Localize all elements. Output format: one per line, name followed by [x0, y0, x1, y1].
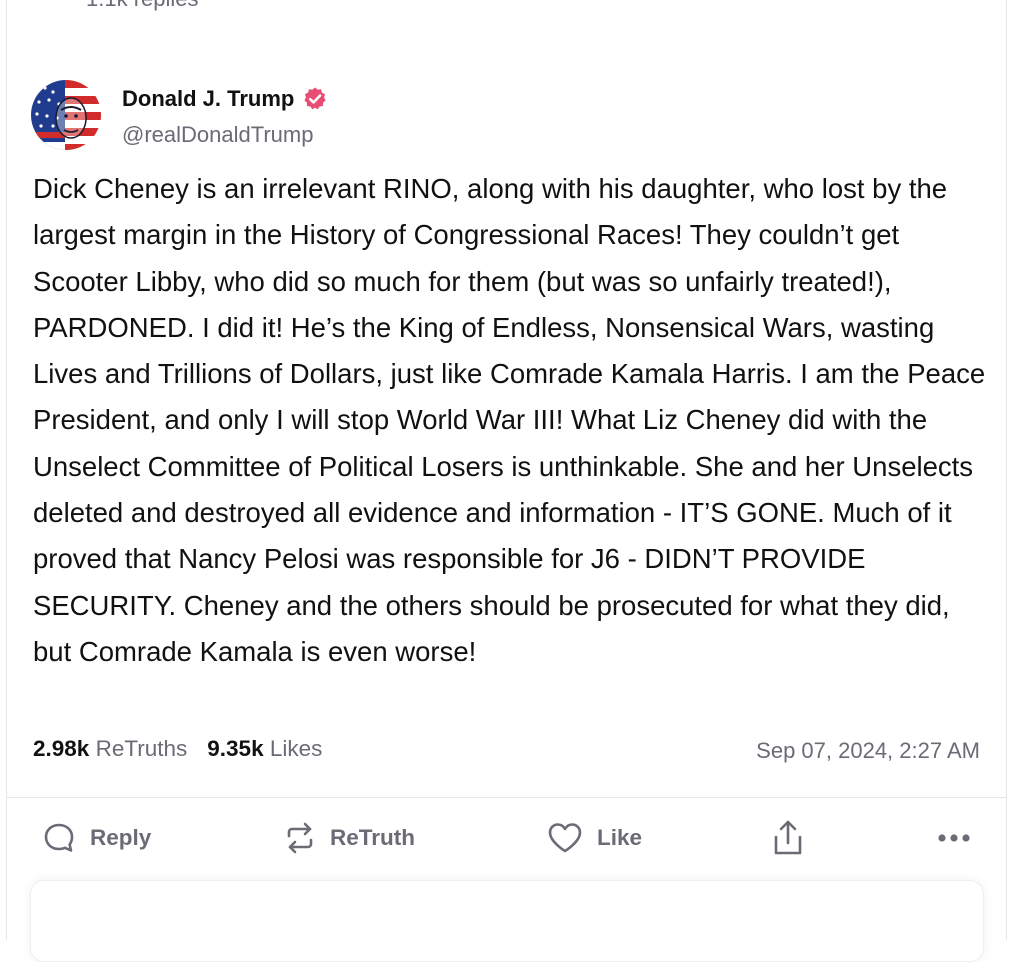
next-card: [30, 880, 984, 962]
author-name-text: Donald J. Trump: [122, 86, 295, 111]
author-handle[interactable]: @realDonaldTrump: [122, 122, 313, 148]
like-label: Like: [597, 825, 643, 850]
post-stats: 2.98k ReTruths 9.35k Likes: [33, 736, 322, 762]
more-options-button[interactable]: [937, 818, 971, 858]
retruth-button[interactable]: ReTruth: [284, 818, 415, 858]
share-icon: [772, 819, 804, 857]
avatar-image: [31, 80, 101, 150]
retruths-stat[interactable]: 2.98k ReTruths: [33, 736, 187, 762]
reply-icon: [42, 821, 76, 855]
reply-label: Reply: [90, 825, 152, 850]
retruth-label: ReTruth: [330, 825, 416, 850]
author-name[interactable]: Donald J. Trump: [122, 86, 328, 112]
more-icon: [937, 833, 971, 843]
retruths-label: ReTruths: [95, 736, 188, 761]
post-page: 1.1k replies: [0, 0, 1024, 962]
post-timestamp[interactable]: Sep 07, 2024, 2:27 AM: [756, 738, 980, 764]
post-text: Dick Cheney is an irrelevant RINO, along…: [33, 173, 986, 667]
card-border-left: [6, 0, 7, 940]
card-border-right: [1006, 0, 1007, 940]
share-button[interactable]: [772, 818, 804, 858]
likes-stat[interactable]: 9.35k Likes: [207, 736, 322, 762]
likes-count: 9.35k: [207, 736, 264, 761]
avatar[interactable]: [31, 80, 101, 150]
heart-icon: [547, 821, 583, 855]
retruth-icon: [284, 821, 316, 855]
divider: [6, 797, 1007, 798]
reply-button[interactable]: Reply: [42, 818, 151, 858]
like-button[interactable]: Like: [547, 818, 642, 858]
previous-post-replies[interactable]: 1.1k replies: [86, 0, 199, 12]
verified-badge-icon: [302, 86, 328, 112]
likes-label: Likes: [269, 736, 323, 761]
retruths-count: 2.98k: [33, 736, 90, 761]
